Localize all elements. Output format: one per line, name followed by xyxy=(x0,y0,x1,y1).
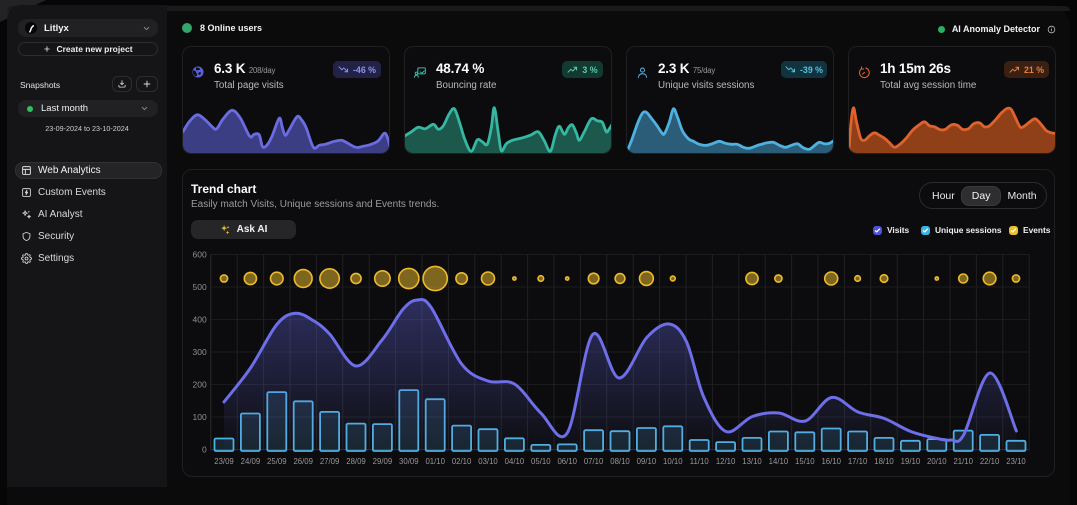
svg-text:30/09: 30/09 xyxy=(399,457,419,466)
svg-text:16/10: 16/10 xyxy=(821,457,841,466)
svg-text:22/10: 22/10 xyxy=(980,457,1000,466)
svg-text:01/10: 01/10 xyxy=(425,457,445,466)
svg-text:26/09: 26/09 xyxy=(293,457,313,466)
svg-text:23/10: 23/10 xyxy=(1006,457,1026,466)
svg-text:05/10: 05/10 xyxy=(531,457,551,466)
svg-text:300: 300 xyxy=(193,347,207,357)
svg-text:600: 600 xyxy=(193,250,207,260)
svg-text:02/10: 02/10 xyxy=(452,457,472,466)
svg-text:04/10: 04/10 xyxy=(505,457,525,466)
svg-text:15/10: 15/10 xyxy=(795,457,815,466)
svg-text:21/10: 21/10 xyxy=(953,457,973,466)
svg-text:19/10: 19/10 xyxy=(901,457,921,466)
svg-text:08/10: 08/10 xyxy=(610,457,630,466)
svg-text:11/10: 11/10 xyxy=(690,457,710,466)
svg-text:25/09: 25/09 xyxy=(267,457,287,466)
svg-text:28/09: 28/09 xyxy=(346,457,366,466)
svg-text:07/10: 07/10 xyxy=(584,457,604,466)
svg-text:10/10: 10/10 xyxy=(663,457,683,466)
svg-text:400: 400 xyxy=(193,315,207,325)
svg-text:0: 0 xyxy=(202,445,207,455)
svg-text:09/10: 09/10 xyxy=(637,457,657,466)
svg-text:500: 500 xyxy=(193,282,207,292)
svg-text:18/10: 18/10 xyxy=(874,457,894,466)
svg-text:23/09: 23/09 xyxy=(214,457,234,466)
svg-text:20/10: 20/10 xyxy=(927,457,947,466)
svg-text:13/10: 13/10 xyxy=(742,457,762,466)
svg-text:200: 200 xyxy=(193,380,207,390)
svg-text:29/09: 29/09 xyxy=(373,457,393,466)
svg-text:27/09: 27/09 xyxy=(320,457,340,466)
svg-text:14/10: 14/10 xyxy=(769,457,789,466)
svg-text:100: 100 xyxy=(193,412,207,422)
svg-text:17/10: 17/10 xyxy=(848,457,868,466)
svg-text:03/10: 03/10 xyxy=(478,457,498,466)
svg-text:06/10: 06/10 xyxy=(557,457,577,466)
svg-text:24/09: 24/09 xyxy=(241,457,261,466)
svg-text:12/10: 12/10 xyxy=(716,457,736,466)
